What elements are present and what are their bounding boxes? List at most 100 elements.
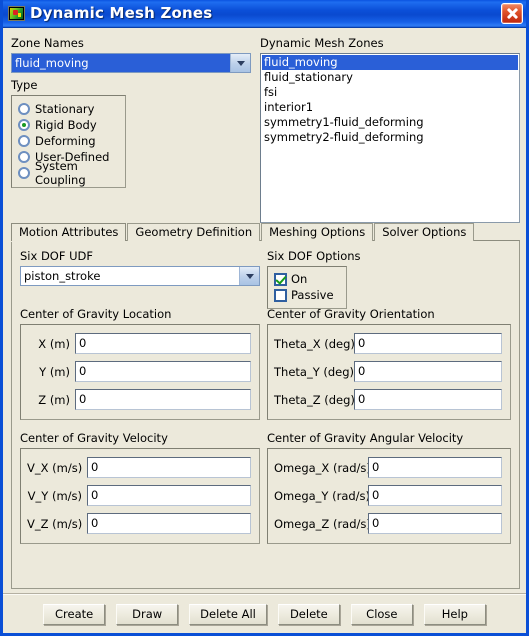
list-item[interactable]: fluid_moving: [262, 55, 518, 70]
omega-z-input[interactable]: 0: [368, 513, 502, 534]
radio-deforming[interactable]: Deforming: [18, 133, 119, 148]
radio-circle-icon: [18, 134, 30, 147]
field-label: Z (m): [38, 392, 70, 407]
x-input[interactable]: 0: [75, 333, 251, 354]
zone-list-column: Dynamic Mesh Zones fluid_moving fluid_st…: [260, 37, 520, 223]
vz-input[interactable]: 0: [87, 513, 251, 534]
checkbox-on[interactable]: On: [274, 271, 340, 287]
window-titlebar: Dynamic Mesh Zones: [3, 0, 526, 28]
zone-names-label: Zone Names: [11, 36, 84, 50]
cg-velocity-box: V_X (m/s) 0 V_Y (m/s) 0 V_Z (m/s) 0: [20, 448, 260, 544]
checkmark-icon: [274, 272, 287, 286]
cg-velocity-label: Center of Gravity Velocity: [20, 431, 168, 445]
chevron-down-icon[interactable]: [230, 54, 250, 72]
delete-button[interactable]: Delete: [277, 603, 340, 625]
mesh-icon: [8, 6, 25, 21]
list-item[interactable]: symmetry1-fluid_deforming: [262, 115, 518, 130]
cg-angular-velocity-label: Center of Gravity Angular Velocity: [267, 431, 464, 445]
top-section: Zone Names fluid_moving Type Stationary …: [11, 37, 520, 225]
zone-names-combo[interactable]: fluid_moving: [11, 53, 251, 73]
cg-position-row: Center of Gravity Location X (m) 0 Y (m)…: [20, 308, 511, 432]
six-dof-options-group: Six DOF Options On Passive: [267, 250, 511, 309]
tab-strip: Motion Attributes Geometry Definition Me…: [11, 223, 520, 241]
list-item[interactable]: fluid_stationary: [262, 70, 518, 85]
window-title: Dynamic Mesh Zones: [30, 4, 213, 22]
radio-circle-selected-icon: [18, 118, 30, 131]
zone-controls-column: Zone Names fluid_moving Type Stationary …: [11, 37, 251, 188]
field-label: Theta_Z (deg): [274, 392, 355, 407]
chevron-down-icon[interactable]: [239, 267, 259, 285]
theta-y-input[interactable]: 0: [354, 361, 502, 382]
six-dof-udf-label: Six DOF UDF: [20, 249, 94, 263]
cg-location-group: Center of Gravity Location X (m) 0 Y (m)…: [20, 308, 260, 420]
cg-location-box: X (m) 0 Y (m) 0 Z (m) 0: [20, 324, 260, 420]
six-dof-udf-combo[interactable]: piston_stroke: [20, 266, 260, 286]
zone-list[interactable]: fluid_moving fluid_stationary fsi interi…: [260, 53, 520, 223]
six-dof-udf-value: piston_stroke: [24, 269, 101, 283]
type-radio-group: Stationary Rigid Body Deforming User-Def…: [11, 95, 126, 188]
dialog-body: Zone Names fluid_moving Type Stationary …: [3, 29, 526, 633]
close-icon[interactable]: [501, 3, 523, 24]
tab-motion-attributes[interactable]: Motion Attributes: [11, 223, 127, 241]
checkbox-label: On: [291, 272, 308, 286]
field-label: X (m): [38, 336, 70, 351]
theta-z-input[interactable]: 0: [354, 389, 502, 410]
omega-y-input[interactable]: 0: [368, 485, 502, 506]
cg-location-label: Center of Gravity Location: [20, 307, 172, 321]
tab-geometry-definition[interactable]: Geometry Definition: [127, 223, 261, 241]
field-label: Y (m): [39, 364, 70, 379]
create-button[interactable]: Create: [43, 603, 106, 625]
field-label: Omega_Y (rad/s): [274, 488, 371, 503]
radio-system-coupling[interactable]: System Coupling: [18, 159, 119, 187]
tab-solver-options[interactable]: Solver Options: [374, 223, 475, 241]
list-item[interactable]: symmetry2-fluid_deforming: [262, 130, 518, 145]
vy-input[interactable]: 0: [87, 485, 251, 506]
z-input[interactable]: 0: [75, 389, 251, 410]
radio-label: Stationary: [35, 101, 95, 116]
six-dof-options-label: Six DOF Options: [267, 249, 361, 263]
list-item[interactable]: interior1: [262, 100, 518, 115]
cg-orientation-group: Center of Gravity Orientation Theta_X (d…: [267, 308, 511, 420]
close-button[interactable]: Close: [350, 603, 413, 625]
vx-input[interactable]: 0: [87, 457, 251, 478]
radio-stationary[interactable]: Stationary: [18, 101, 119, 116]
six-dof-options-box: On Passive: [267, 266, 347, 309]
radio-circle-icon: [18, 166, 30, 179]
radio-rigid-body[interactable]: Rigid Body: [18, 117, 119, 132]
checkbox-empty-icon: [274, 288, 287, 302]
field-theta-y: Theta_Y (deg) 0: [274, 361, 502, 382]
cg-angular-velocity-group: Center of Gravity Angular Velocity Omega…: [267, 432, 511, 544]
theta-x-input[interactable]: 0: [354, 333, 502, 354]
checkbox-passive[interactable]: Passive: [274, 287, 340, 303]
field-label: Omega_X (rad/s): [274, 460, 371, 475]
delete-all-button[interactable]: Delete All: [189, 603, 267, 625]
field-label: V_Z (m/s): [27, 516, 83, 531]
cg-orientation-label: Center of Gravity Orientation: [267, 307, 435, 321]
draw-button[interactable]: Draw: [116, 603, 179, 625]
help-button[interactable]: Help: [423, 603, 486, 625]
field-label: Omega_Z (rad/s): [274, 516, 371, 531]
field-x: X (m) 0: [27, 333, 251, 354]
field-theta-x: Theta_X (deg) 0: [274, 333, 502, 354]
dynamic-mesh-zones-dialog: Dynamic Mesh Zones Zone Names fluid_movi…: [0, 0, 529, 636]
field-y: Y (m) 0: [27, 361, 251, 382]
field-label: V_X (m/s): [27, 460, 83, 475]
cg-angular-velocity-box: Omega_X (rad/s) 0 Omega_Y (rad/s) 0 Omeg…: [267, 448, 511, 544]
radio-circle-icon: [18, 150, 30, 163]
dialog-button-row: Create Draw Delete All Delete Close Help: [3, 599, 526, 629]
radio-label: System Coupling: [35, 158, 86, 187]
field-omega-x: Omega_X (rad/s) 0: [274, 457, 502, 478]
type-label: Type: [11, 78, 38, 92]
field-z: Z (m) 0: [27, 389, 251, 410]
udf-row: Six DOF UDF piston_stroke Six DOF Option…: [20, 249, 511, 309]
zone-names-value: fluid_moving: [12, 54, 230, 72]
list-item[interactable]: fsi: [262, 85, 518, 100]
field-vx: V_X (m/s) 0: [27, 457, 251, 478]
field-theta-z: Theta_Z (deg) 0: [274, 389, 502, 410]
omega-x-input[interactable]: 0: [368, 457, 502, 478]
cg-velocity-row: Center of Gravity Velocity V_X (m/s) 0 V…: [20, 432, 511, 556]
radio-circle-icon: [18, 102, 30, 115]
button-row-divider: [3, 593, 526, 595]
y-input[interactable]: 0: [75, 361, 251, 382]
tab-meshing-options[interactable]: Meshing Options: [261, 223, 374, 241]
